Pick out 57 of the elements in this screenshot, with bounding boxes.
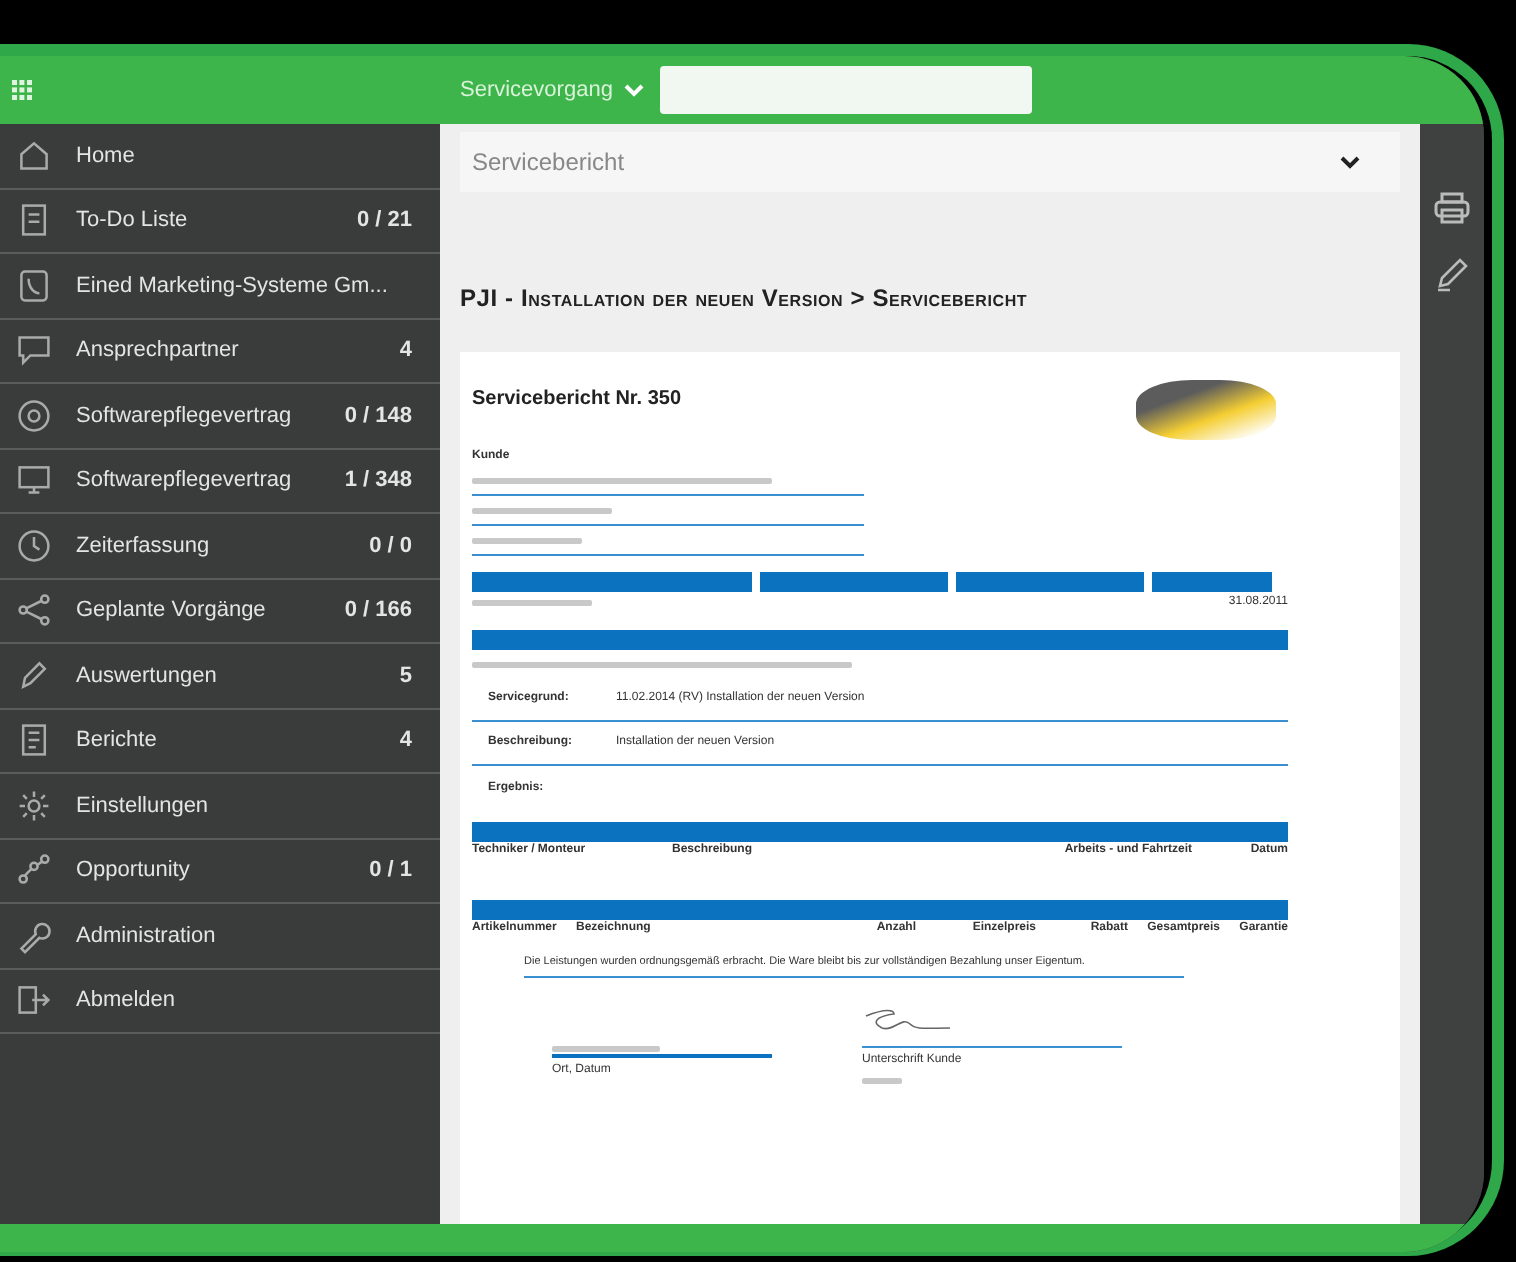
item-label: Softwarepflegevertrag: [76, 466, 294, 496]
item-label: To-Do Liste: [76, 206, 190, 236]
report-title: Servicebericht Nr. 350: [472, 386, 682, 414]
item-label: Abmelden: [76, 986, 178, 1016]
home-icon: [16, 137, 52, 174]
blurred-text: [472, 537, 582, 543]
item-label: Opportunity: [76, 856, 192, 886]
item-label: Home: [76, 141, 137, 171]
item-count: 4: [399, 726, 412, 756]
blurred-text: [552, 1046, 660, 1053]
page-title: PJI - Installation der neuen Version > Servicebericht: [460, 282, 1030, 316]
sidebar-item[interactable]: Softwarepflegevertrag 1 / 348: [0, 449, 440, 514]
item-label: Eined Marketing-Systeme Gm...: [76, 271, 390, 301]
item-label: Administration: [76, 921, 218, 951]
item-count: 0 / 166: [344, 596, 412, 626]
clock-icon: [16, 527, 52, 564]
monitor-icon: [16, 462, 52, 499]
item-count: 0 / 1: [369, 856, 412, 886]
item-label: Geplante Vorgänge: [76, 596, 268, 626]
item-count: 4: [399, 336, 412, 366]
pencil-icon[interactable]: [1434, 256, 1470, 292]
print-icon[interactable]: [1434, 192, 1470, 224]
header-bar: [1152, 572, 1272, 592]
pen-icon: [16, 657, 52, 694]
nodes-icon: [16, 852, 52, 889]
sidebar-item[interactable]: Ansprechpartner 4: [0, 319, 440, 384]
report-icon: [16, 722, 52, 759]
blurred-text: [862, 1078, 902, 1085]
sidebar-item[interactable]: Softwarepflegevertrag 0 / 148: [0, 384, 440, 449]
blurred-text: [472, 507, 612, 513]
document-icon: [16, 202, 52, 239]
sidebar-item[interactable]: Berichte 4: [0, 709, 440, 774]
sidebar-item[interactable]: Eined Marketing-Systeme Gm...: [0, 254, 440, 319]
item-count: 0 / 0: [369, 531, 412, 561]
chevron-down-icon: [1340, 155, 1360, 169]
phone-icon: [16, 267, 52, 304]
item-label: Ansprechpartner: [76, 336, 241, 366]
chat-icon: [16, 332, 52, 369]
item-label: Auswertungen: [76, 661, 219, 691]
gear-icon: [16, 787, 52, 824]
company-logo: [1136, 380, 1276, 440]
wrench-icon: [16, 917, 52, 954]
disc-icon: [16, 397, 52, 434]
search-field[interactable]: [660, 66, 1033, 114]
share-icon: [16, 592, 52, 629]
item-count: 0 / 21: [356, 206, 412, 236]
item-count: 5: [399, 661, 412, 691]
logout-icon: [16, 982, 52, 1019]
item-label: Softwarepflegevertrag: [76, 401, 294, 431]
item-label: Zeiterfassung: [76, 531, 212, 561]
chevron-down-icon: [624, 83, 645, 97]
blurred-text: [472, 600, 592, 606]
item-count: 1 / 348: [344, 466, 412, 496]
item-label: Einstellungen: [76, 791, 211, 821]
item-count: 0 / 148: [344, 401, 412, 431]
sidebar-item[interactable]: To-Do Liste 0 / 21: [0, 189, 440, 254]
item-label: Berichte: [76, 726, 159, 756]
